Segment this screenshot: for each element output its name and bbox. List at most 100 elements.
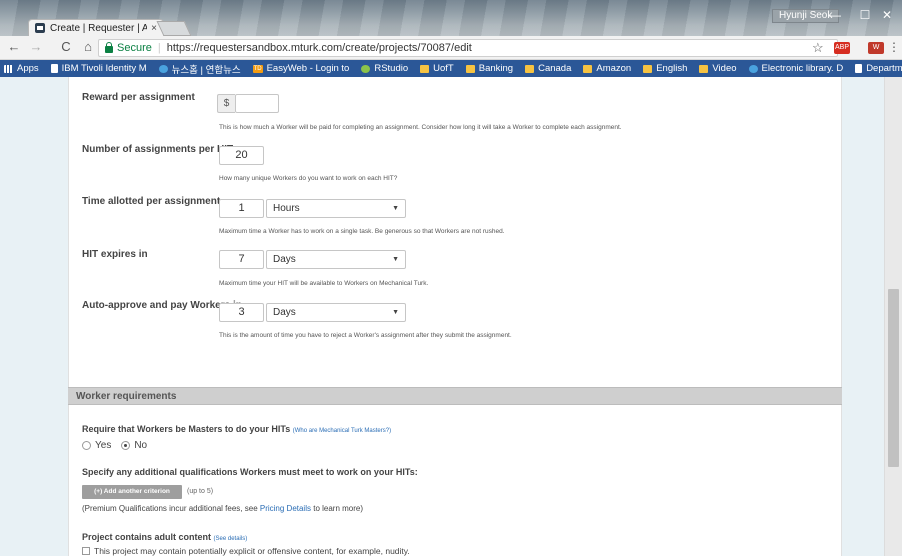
forward-arrow-icon[interactable]: → xyxy=(28,39,44,55)
expires-unit-value: Days xyxy=(273,254,296,265)
assignments-helper: How many unique Workers do you want to w… xyxy=(219,175,398,182)
back-arrow-icon[interactable]: ← xyxy=(6,39,22,55)
url-separator: | xyxy=(157,42,161,54)
expires-input[interactable]: 7 xyxy=(219,250,264,269)
auto-approve-unit-value: Days xyxy=(273,307,296,318)
bookmark-label: 뉴스홈 | 연합뉴스 xyxy=(171,64,241,76)
browser-tab[interactable]: Create | Requester | Am × xyxy=(28,19,164,36)
expires-unit-select[interactable]: Days ▼ xyxy=(266,250,406,269)
up-to-label: (up to 5) xyxy=(187,488,214,495)
masters-no-radio[interactable] xyxy=(121,441,131,450)
bookmark-amazon[interactable]: Amazon xyxy=(583,63,631,74)
adult-content-label: Project contains adult content (See deta… xyxy=(82,532,247,542)
tab-close-icon[interactable]: × xyxy=(151,23,157,34)
bookmark-rstudio[interactable]: RStudio xyxy=(361,63,408,74)
rstudio-icon xyxy=(361,64,371,73)
minimize-button[interactable]: — xyxy=(820,4,850,26)
time-allotted-label: Time allotted per assignment xyxy=(82,196,221,207)
bookmark-video[interactable]: Video xyxy=(699,63,737,74)
folder-icon xyxy=(643,64,653,73)
bookmark-label: Video xyxy=(712,63,737,74)
bookmark-department[interactable]: Department of Ling xyxy=(855,63,902,74)
bookmark-english[interactable]: English xyxy=(643,63,687,74)
bookmark-yonhap[interactable]: 뉴스홈 | 연합뉴스 xyxy=(158,62,241,76)
auto-approve-input[interactable]: 3 xyxy=(219,303,264,322)
folder-icon xyxy=(699,64,709,73)
folder-icon xyxy=(465,64,475,73)
mturk-favicon-icon xyxy=(35,23,45,33)
window-titlebar: Create | Requester | Am × Hyunji Seok — … xyxy=(0,0,902,36)
adblock-extension-icon[interactable]: ABP xyxy=(834,42,850,54)
new-tab-button[interactable] xyxy=(156,21,192,36)
bookmark-apps[interactable]: Apps xyxy=(4,63,39,74)
home-icon[interactable]: ⌂ xyxy=(80,39,96,55)
bookmark-ibm[interactable]: IBM Tivoli Identity M xyxy=(50,63,147,74)
scroll-thumb[interactable] xyxy=(888,289,899,467)
reward-input[interactable] xyxy=(235,94,279,113)
premium-note: (Premium Qualifications incur additional… xyxy=(82,504,363,513)
reload-icon[interactable]: C xyxy=(58,39,74,55)
globe-icon xyxy=(158,64,168,73)
folder-icon xyxy=(583,64,593,73)
bookmark-canada[interactable]: Canada xyxy=(525,63,571,74)
premium-prefix: (Premium Qualifications incur additional… xyxy=(82,504,260,513)
bookmark-label: IBM Tivoli Identity M xyxy=(61,63,147,74)
bookmark-star-icon[interactable]: ☆ xyxy=(812,40,824,56)
adult-see-details-link[interactable]: (See details) xyxy=(214,536,248,542)
masters-radio-group: Yes No xyxy=(82,440,157,451)
bookmark-label: English xyxy=(656,63,688,74)
url-text: https://requestersandbox.mturk.com/creat… xyxy=(166,42,472,54)
reward-helper: This is how much a Worker will be paid f… xyxy=(219,124,622,131)
bookmark-label: Apps xyxy=(17,63,39,74)
auto-approve-unit-select[interactable]: Days ▼ xyxy=(266,303,406,322)
adult-label-text: Project contains adult content xyxy=(82,532,212,542)
time-unit-select[interactable]: Hours ▼ xyxy=(266,199,406,218)
tab-title: Create | Requester | Am xyxy=(50,22,148,34)
bookmark-label: Banking xyxy=(478,63,514,74)
adult-checkbox-label: This project may contain potentially exp… xyxy=(94,546,410,556)
bookmark-uoft[interactable]: UofT xyxy=(420,63,454,74)
page-scrollbar[interactable] xyxy=(884,77,902,556)
bookmark-easyweb[interactable]: TD EasyWeb - Login to xyxy=(252,63,350,74)
time-allotted-helper: Maximum time a Worker has to work on a s… xyxy=(219,228,505,235)
masters-info-link[interactable]: (Who are Mechanical Turk Masters?) xyxy=(293,428,391,434)
url-input[interactable]: Secure | https://requestersandbox.mturk.… xyxy=(98,39,838,57)
red-extension-icon[interactable]: W xyxy=(868,42,884,54)
close-window-button[interactable]: ✕ xyxy=(872,4,902,26)
address-bar-row: ← → C ⌂ Secure | https://requestersandbo… xyxy=(0,36,902,60)
add-criterion-button[interactable]: (+) Add another criterion xyxy=(82,485,182,499)
bookmark-label: UofT xyxy=(433,63,454,74)
adult-content-checkbox[interactable] xyxy=(82,547,90,555)
masters-no-label: No xyxy=(134,440,148,451)
worker-requirements-header: Worker requirements xyxy=(68,387,842,405)
bookmark-banking[interactable]: Banking xyxy=(465,63,514,74)
globe-icon xyxy=(748,64,758,73)
masters-label: Require that Workers be Masters to do yo… xyxy=(82,424,391,434)
auto-approve-helper: This is the amount of time you have to r… xyxy=(219,332,512,339)
chevron-down-icon: ▼ xyxy=(392,309,399,316)
bookmark-label: RStudio xyxy=(374,63,409,74)
td-icon: TD xyxy=(252,64,263,73)
chevron-down-icon: ▼ xyxy=(392,205,399,212)
auto-approve-label: Auto-approve and pay Workers in xyxy=(82,300,242,311)
dollar-prefix: $ xyxy=(217,94,235,113)
pricing-details-link[interactable]: Pricing Details xyxy=(260,504,311,513)
bookmark-elibrary[interactable]: Electronic library. D xyxy=(748,63,844,74)
chevron-down-icon: ▼ xyxy=(392,256,399,263)
masters-yes-label: Yes xyxy=(95,440,112,451)
expires-helper: Maximum time your HIT will be available … xyxy=(219,280,429,287)
qualifications-label: Specify any additional qualifications Wo… xyxy=(82,467,418,477)
adult-content-row: This project may contain potentially exp… xyxy=(82,546,410,556)
bookmark-label: Amazon xyxy=(596,63,632,74)
assignments-label: Number of assignments per HIT xyxy=(82,144,234,155)
bookmark-label: EasyWeb - Login to xyxy=(266,63,350,74)
assignments-input[interactable]: 20 xyxy=(219,146,264,165)
browser-menu-icon[interactable]: ⋮ xyxy=(888,40,900,54)
bookmarks-bar: Apps IBM Tivoli Identity M 뉴스홈 | 연합뉴스 TD… xyxy=(0,60,902,77)
expires-label: HIT expires in xyxy=(82,249,148,260)
page-icon xyxy=(855,64,863,73)
time-allotted-input[interactable]: 1 xyxy=(219,199,264,218)
bookmark-label: Electronic library. D xyxy=(761,63,844,74)
reward-label: Reward per assignment xyxy=(82,92,195,103)
masters-yes-radio[interactable] xyxy=(82,441,91,450)
